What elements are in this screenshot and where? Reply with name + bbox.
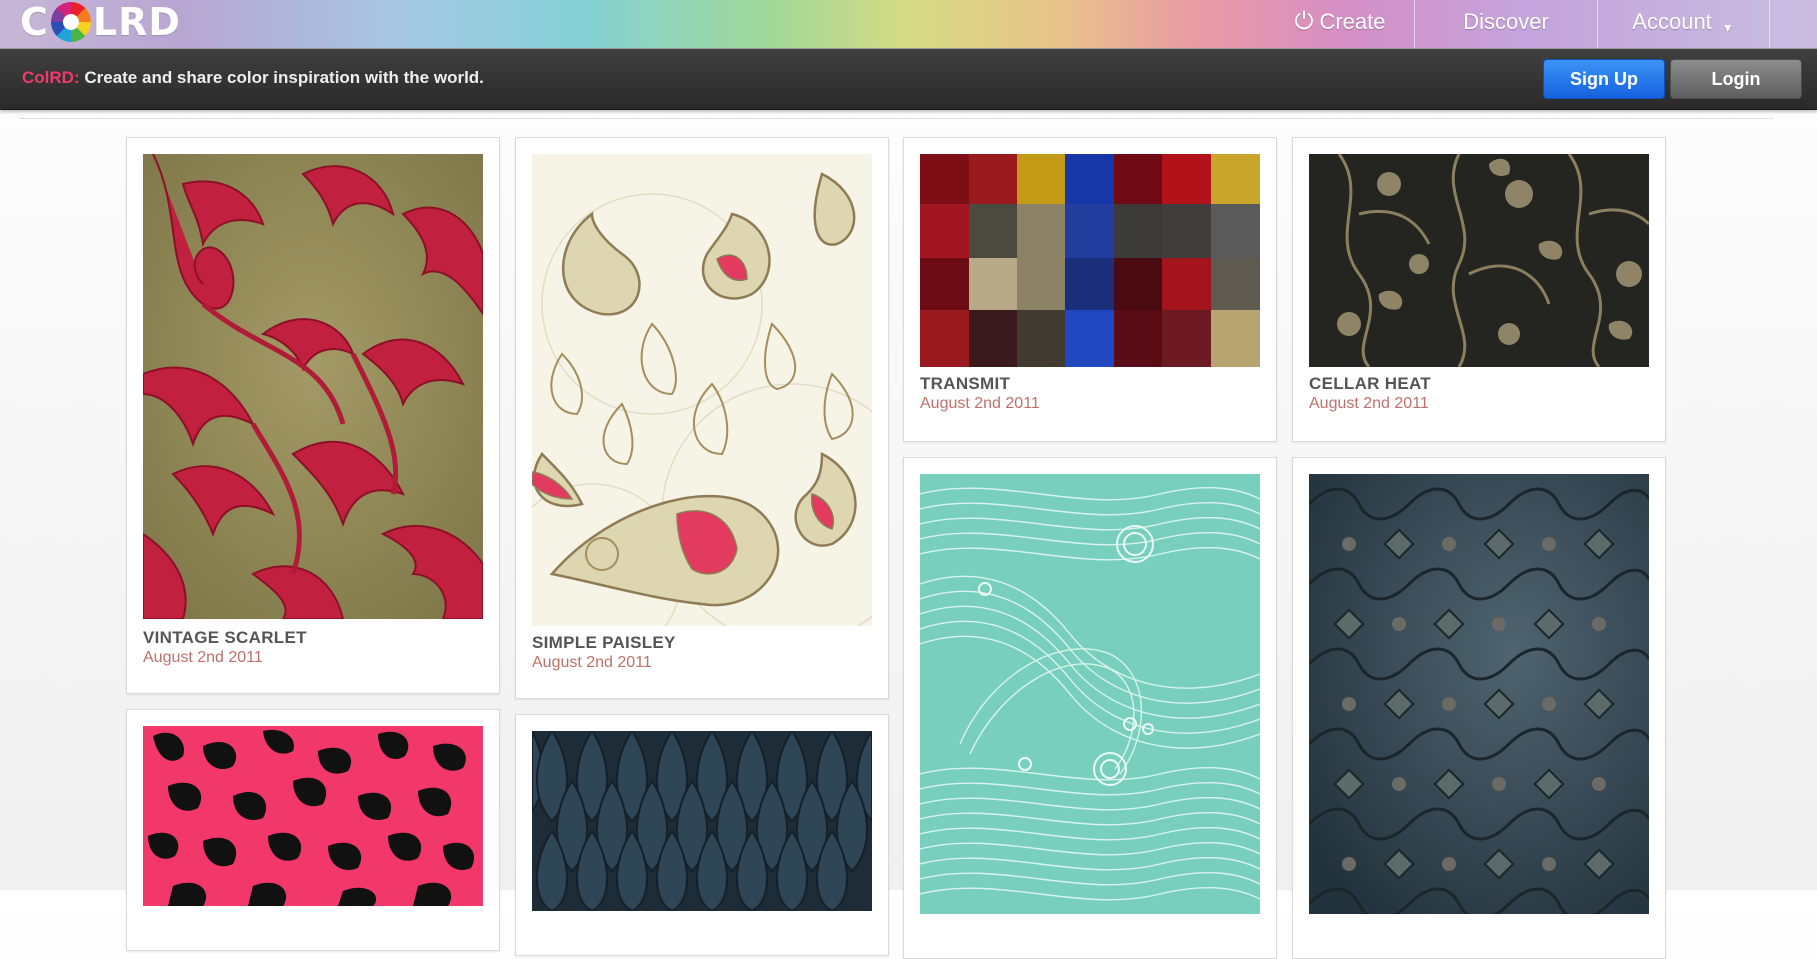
tagline-text: Create and share color inspiration with …	[84, 68, 484, 87]
pattern-thumbnail[interactable]	[143, 726, 483, 906]
nav-account-label: Account	[1632, 9, 1712, 34]
nav-create[interactable]: ⏻ Create	[1266, 0, 1414, 48]
logo-letters: LRD	[92, 0, 181, 44]
pattern-date: August 2nd 2011	[1309, 395, 1429, 412]
pattern-title[interactable]: VINTAGE SCARLET	[143, 628, 307, 648]
logo-letter: C	[20, 0, 49, 44]
pattern-thumbnail[interactable]	[920, 474, 1260, 914]
pattern-title[interactable]: TRANSMIT	[920, 374, 1010, 394]
pattern-card[interactable]: SIMPLE PAISLEY August 2nd 2011	[515, 137, 889, 699]
nav-account[interactable]: Account ▼	[1597, 0, 1770, 48]
pattern-date: August 2nd 2011	[532, 654, 652, 671]
pattern-card[interactable]	[126, 709, 500, 951]
tagline: ColRD: Create and share color inspiratio…	[22, 49, 484, 107]
pattern-card[interactable]: CELLAR HEAT August 2nd 2011	[1292, 137, 1666, 442]
brand-name: ColRD:	[22, 68, 80, 87]
pattern-thumbnail[interactable]	[1309, 474, 1649, 914]
nav-create-label: Create	[1319, 9, 1386, 34]
pattern-card[interactable]	[515, 714, 889, 956]
pattern-card[interactable]: VINTAGE SCARLET August 2nd 2011	[126, 137, 500, 694]
pattern-title[interactable]: CELLAR HEAT	[1309, 374, 1431, 394]
signup-button[interactable]: Sign Up	[1543, 59, 1665, 99]
pattern-date: August 2nd 2011	[920, 395, 1040, 412]
caret-down-icon: ▼	[1721, 21, 1734, 35]
pattern-thumbnail[interactable]	[532, 731, 872, 911]
nav-discover[interactable]: Discover	[1414, 0, 1598, 48]
color-wheel-icon	[50, 2, 91, 42]
pattern-card[interactable]	[903, 457, 1277, 959]
header-bar: ColRD: Create and share color inspiratio…	[0, 49, 1817, 110]
divider	[20, 118, 1772, 119]
nav-discover-label: Discover	[1463, 9, 1549, 34]
pattern-card[interactable]	[1292, 457, 1666, 959]
power-icon: ⏻	[1294, 8, 1314, 35]
pattern-thumbnail[interactable]	[1309, 154, 1649, 367]
top-navigation: C LRD ⏻ Create Discover Account ▼	[0, 0, 1817, 49]
pattern-thumbnail[interactable]	[143, 154, 483, 619]
pattern-thumbnail[interactable]	[920, 154, 1260, 367]
pattern-thumbnail[interactable]	[532, 154, 872, 626]
pattern-date: August 2nd 2011	[143, 649, 263, 666]
colrd-logo[interactable]: C LRD	[20, 0, 181, 44]
pattern-title[interactable]: SIMPLE PAISLEY	[532, 633, 676, 653]
pattern-card[interactable]: TRANSMIT August 2nd 2011	[903, 137, 1277, 442]
login-button[interactable]: Login	[1670, 59, 1802, 99]
